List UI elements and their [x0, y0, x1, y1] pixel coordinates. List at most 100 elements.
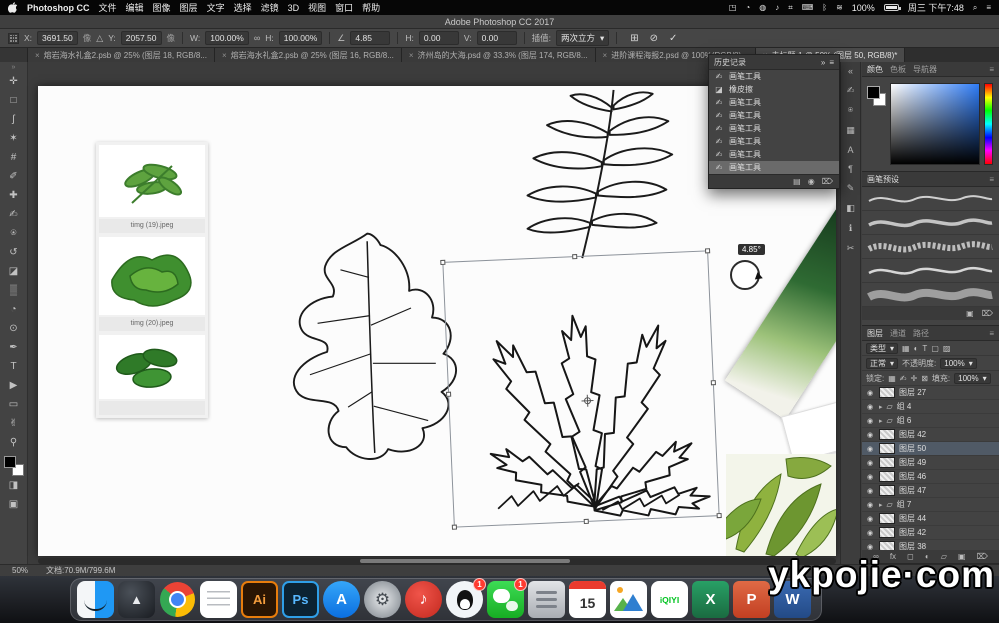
moon-icon[interactable]: ◔: [745, 3, 750, 12]
transform-handle[interactable]: [440, 260, 445, 265]
brush-preset-item[interactable]: [862, 283, 999, 307]
eraser-tool[interactable]: ◪: [3, 262, 25, 281]
brush-tool[interactable]: ✍: [3, 205, 25, 224]
photoshop-icon[interactable]: Ps: [282, 581, 319, 618]
layer-thumbnail[interactable]: [879, 471, 895, 482]
blend-mode-select[interactable]: 正常 ▾: [866, 358, 898, 369]
quick-mask-button[interactable]: ◨: [3, 476, 25, 495]
visibility-toggle[interactable]: ◉: [865, 445, 875, 453]
app-name[interactable]: Photoshop CC: [27, 3, 90, 13]
toolbar-collapse-icon[interactable]: »: [12, 64, 16, 72]
layer-row[interactable]: ◉ 图层 46: [862, 470, 999, 484]
transform-bounding-box[interactable]: [442, 250, 719, 527]
panel-menu-icon[interactable]: ≡: [989, 175, 994, 184]
foreground-color-swatch[interactable]: [4, 456, 16, 468]
maintain-aspect-icon[interactable]: ∞: [254, 33, 260, 43]
system-preferences-icon[interactable]: ⚙: [364, 581, 401, 618]
scrollbar-thumb[interactable]: [360, 559, 570, 563]
menu-window[interactable]: 窗口: [335, 1, 353, 14]
transform-handle[interactable]: [711, 380, 716, 385]
transform-handle[interactable]: [705, 248, 710, 253]
hue-slider[interactable]: [984, 83, 993, 165]
layer-row[interactable]: ◉ 图层 27: [862, 386, 999, 400]
rotation-field[interactable]: 4.85: [350, 31, 390, 45]
layer-row-selected[interactable]: ◉ 图层 50: [862, 442, 999, 456]
tab-swatches[interactable]: 色板: [890, 64, 906, 75]
healing-brush-tool[interactable]: ✚: [3, 186, 25, 205]
keyboard-icon[interactable]: ⌨: [802, 3, 814, 12]
tab-layers[interactable]: 图层: [867, 328, 883, 339]
notes-icon[interactable]: [200, 581, 237, 618]
transform-handle[interactable]: [717, 513, 722, 518]
shape-filter-icon[interactable]: ▢: [931, 344, 939, 353]
pen-tool[interactable]: ✒: [3, 338, 25, 357]
illustrator-icon[interactable]: Ai: [241, 581, 278, 618]
brush-settings-icon[interactable]: ✍: [847, 85, 855, 96]
powerpoint-icon[interactable]: P: [733, 581, 770, 618]
history-state[interactable]: ✍ 画笔工具: [709, 148, 839, 161]
eyedropper-tool[interactable]: ✐: [3, 167, 25, 186]
visibility-toggle[interactable]: ◉: [865, 431, 875, 439]
app-window-icon[interactable]: ◳: [729, 3, 737, 12]
lock-transparent-icon[interactable]: ▦: [888, 374, 896, 383]
close-icon[interactable]: ×: [222, 51, 227, 60]
group-caret-icon[interactable]: ▸: [879, 501, 883, 509]
chart-icon[interactable]: ⌗: [788, 3, 793, 13]
close-icon[interactable]: ×: [603, 51, 608, 60]
history-state[interactable]: ✍ 画笔工具: [709, 96, 839, 109]
layer-thumbnail[interactable]: [879, 443, 895, 454]
brush-preset-item[interactable]: [862, 235, 999, 259]
layer-thumbnail[interactable]: [879, 527, 895, 538]
layer-row[interactable]: ◉ 图层 47: [862, 484, 999, 498]
visibility-toggle[interactable]: ◉: [865, 389, 875, 397]
width-field[interactable]: 100.00%: [205, 31, 249, 45]
lasso-tool[interactable]: ʃ: [3, 110, 25, 129]
menu-help[interactable]: 帮助: [362, 1, 380, 14]
new-brush-button[interactable]: ▣: [966, 309, 974, 318]
wifi-icon[interactable]: ≋: [836, 3, 843, 12]
h-skew-field[interactable]: 0.00: [419, 31, 459, 45]
fill-select[interactable]: 100% ▾: [954, 373, 990, 384]
history-panel-title[interactable]: 历史记录: [714, 57, 746, 68]
layer-row[interactable]: ◉ 图层 49: [862, 456, 999, 470]
qq-icon[interactable]: 1: [446, 581, 483, 618]
menu-3d[interactable]: 3D: [288, 3, 300, 13]
collapse-icon[interactable]: »: [821, 58, 825, 67]
zoom-level[interactable]: 50%: [12, 566, 28, 575]
menu-filter[interactable]: 滤镜: [261, 1, 279, 14]
apple-logo[interactable]: [8, 2, 18, 13]
brush-preset-item[interactable]: [862, 259, 999, 283]
new-snapshot-button[interactable]: ◉: [808, 177, 815, 186]
spotlight-icon[interactable]: ⌕: [973, 3, 977, 13]
character-icon[interactable]: A: [847, 145, 853, 155]
color-wheel-icon[interactable]: ◍: [759, 3, 766, 12]
warp-mode-button[interactable]: ⊞: [630, 33, 638, 44]
notification-center-icon[interactable]: ≡: [986, 3, 991, 12]
menu-select[interactable]: 选择: [234, 1, 252, 14]
layer-thumbnail[interactable]: [879, 485, 895, 496]
iqiyi-icon[interactable]: iQIYI: [651, 581, 688, 618]
visibility-toggle[interactable]: ◉: [865, 487, 875, 495]
finder-icon[interactable]: [77, 581, 114, 618]
group-caret-icon[interactable]: ▸: [879, 403, 883, 411]
app-store-icon[interactable]: A: [323, 581, 360, 618]
document-size-info[interactable]: 文档:70.9M/799.6M: [46, 565, 115, 576]
music-icon[interactable]: ♪: [775, 3, 779, 12]
layer-thumbnail[interactable]: [879, 429, 895, 440]
history-brush-tool[interactable]: ↺: [3, 243, 25, 262]
tab-navigator[interactable]: 导航器: [913, 64, 937, 75]
crop-tool[interactable]: #: [3, 148, 25, 167]
history-state[interactable]: ◪ 橡皮擦: [709, 83, 839, 96]
clone-source-icon[interactable]: ⍟: [848, 105, 853, 116]
excel-icon[interactable]: X: [692, 581, 729, 618]
interpolation-select[interactable]: 两次立方 ▾: [556, 30, 609, 46]
layer-thumbnail[interactable]: [879, 457, 895, 468]
history-state[interactable]: ✍ 画笔工具: [709, 70, 839, 83]
bluetooth-icon[interactable]: ᛒ: [822, 3, 827, 12]
marquee-tool[interactable]: □: [3, 91, 25, 110]
delete-brush-button[interactable]: ⌦: [982, 309, 993, 318]
wechat-icon[interactable]: 1: [487, 581, 524, 618]
doc-tab-1[interactable]: × 熔岩海水礼盒2.psb @ 25% (图层 18, RGB/8...: [28, 48, 215, 62]
lock-all-icon[interactable]: ⊠: [921, 374, 928, 383]
tab-paths[interactable]: 路径: [913, 328, 929, 339]
